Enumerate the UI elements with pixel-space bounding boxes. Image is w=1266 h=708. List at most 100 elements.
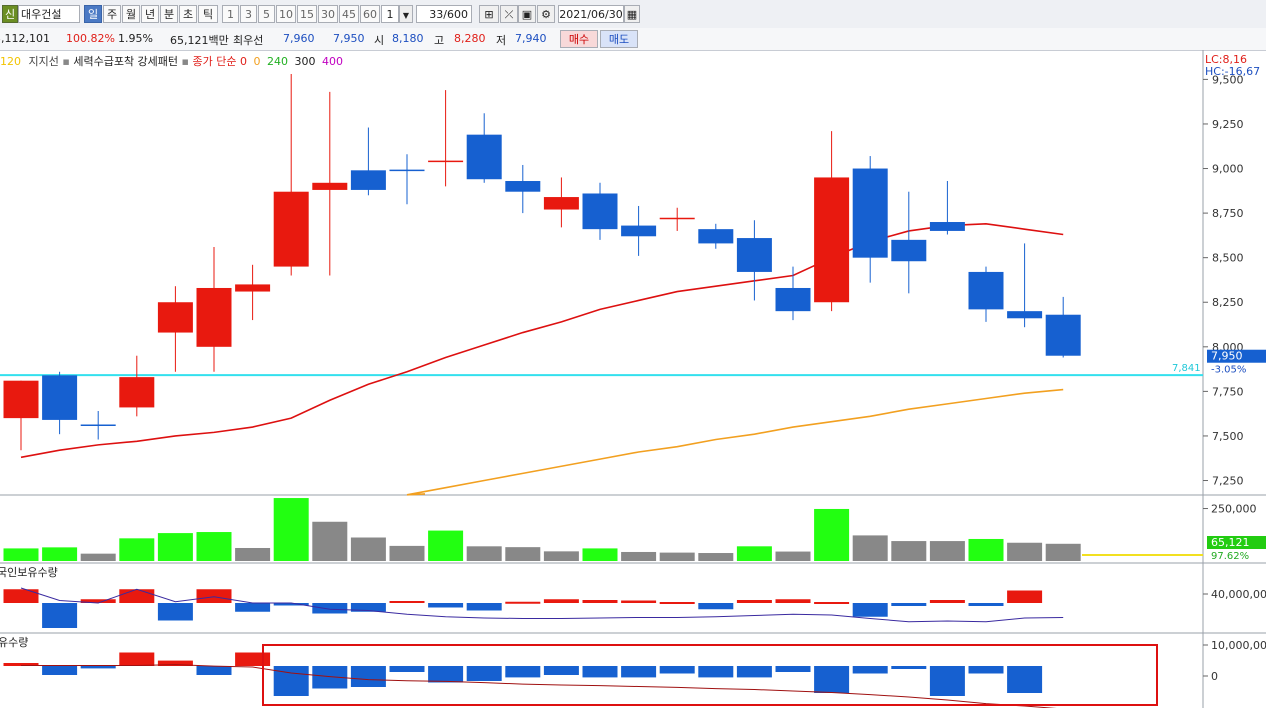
ma-orange-line (406, 388, 1064, 496)
candle-body (852, 168, 888, 258)
volume-bar (3, 548, 39, 561)
sell-button[interactable]: 매도 (600, 30, 638, 48)
volume-bar (235, 547, 271, 561)
candle (80, 410, 116, 440)
inst-bar (312, 666, 348, 689)
volume-bar (621, 551, 657, 561)
price-badge (1207, 349, 1266, 363)
volume-badge-text: 65,121 (1211, 536, 1250, 549)
candle (659, 207, 695, 231)
foreign-bar (1007, 590, 1043, 603)
volume-bar (582, 548, 618, 561)
inst-bar (1007, 666, 1043, 693)
period-tick[interactable]: 틱 (198, 5, 218, 23)
best-bid-value: 7,960 (283, 32, 315, 45)
foreign-bar (235, 603, 271, 612)
interval-15[interactable]: 15 (297, 5, 317, 23)
inst-panel-label: 유수량 (0, 636, 29, 649)
period-year[interactable]: 년 (141, 5, 159, 23)
interval-3[interactable]: 3 (240, 5, 257, 23)
period-second[interactable]: 초 (179, 5, 197, 23)
candle-body (968, 271, 1004, 310)
inst-bar (891, 666, 927, 669)
inst-bar (3, 663, 39, 666)
date-field[interactable]: 2021/06/30 (558, 5, 624, 23)
period-day[interactable]: 일 (84, 5, 102, 23)
high-value: 8,280 (454, 32, 486, 45)
volume-ratio: 100.82% (66, 32, 115, 45)
inst-bar (621, 666, 657, 678)
inst-bar (505, 666, 541, 678)
candle-type-icon[interactable]: ⊞ (479, 5, 499, 23)
interval-dropdown[interactable]: ▼ (399, 5, 413, 23)
save-icon[interactable]: ▣ (518, 5, 536, 23)
count-field[interactable]: 33/600 (416, 5, 472, 23)
toolbar: 신 대우건설 일 주 월 년 분 초 틱 1 3 5 10 15 30 45 6… (0, 0, 1266, 29)
candle (505, 164, 541, 214)
buy-button[interactable]: 매수 (560, 30, 598, 48)
volume-bar (350, 537, 386, 561)
candle (1007, 243, 1043, 328)
inst-bar (389, 666, 425, 672)
volume-bar (157, 533, 193, 561)
volume-bar (814, 508, 850, 561)
candle-body (505, 181, 541, 192)
candle-body (312, 182, 348, 190)
volume-bar (659, 552, 695, 561)
candle (582, 182, 618, 240)
foreign-bar (466, 603, 502, 611)
draw-tool-icon[interactable]: ⤫ (500, 5, 518, 23)
foreign-line (20, 587, 1064, 623)
stock-chart: 9,5009,2509,0008,7508,5008,2508,0007,750… (0, 50, 1266, 708)
interval-30[interactable]: 30 (318, 5, 338, 23)
volume-bar (929, 541, 965, 561)
inst-bar (814, 666, 850, 693)
candle (775, 266, 811, 321)
legend-vol-ma-1: 0 (253, 55, 261, 68)
stock-name-field[interactable]: 대우건설 (18, 5, 80, 23)
candle (3, 380, 39, 451)
period-week[interactable]: 주 (103, 5, 121, 23)
volume-bar (466, 546, 502, 561)
interval-45[interactable]: 45 (339, 5, 359, 23)
interval-10[interactable]: 10 (276, 5, 296, 23)
period-minute[interactable]: 분 (160, 5, 178, 23)
candle (389, 154, 425, 205)
interval-select[interactable]: 1 (381, 5, 399, 23)
volume-bar (736, 546, 772, 561)
volume-bar (273, 498, 309, 561)
foreign-panel-label: 국인보유수량 (0, 566, 58, 579)
inst-bar (466, 666, 502, 681)
period-month[interactable]: 월 (122, 5, 140, 23)
volume-bar (852, 535, 888, 561)
calendar-icon[interactable]: ▦ (624, 5, 640, 23)
legend-vol-ma-4: 400 (322, 55, 343, 68)
inst-bar (428, 666, 464, 683)
inst-tick-label: 0 (1211, 670, 1218, 683)
price-badge-text: 7,950 (1211, 350, 1243, 363)
interval-5[interactable]: 5 (258, 5, 275, 23)
price-tick-label: 7,500 (1212, 430, 1244, 443)
foreign-bar (428, 603, 464, 608)
candle-body (466, 134, 502, 180)
volume-bar (891, 541, 927, 561)
candle (273, 74, 309, 276)
foreign-bar (543, 599, 579, 603)
interval-1[interactable]: 1 (222, 5, 239, 23)
foreign-bar (929, 600, 965, 603)
highlight-box (262, 644, 1158, 706)
foreign-bar (505, 601, 541, 604)
inst-tick-label: 10,000,000 (1211, 639, 1266, 652)
price-tick-label: 7,250 (1212, 475, 1244, 488)
legend-vol-ma-label: 종가 단순 (192, 55, 237, 68)
interval-60[interactable]: 60 (360, 5, 380, 23)
candle (428, 90, 464, 187)
market-badge[interactable]: 신 (2, 5, 18, 23)
support-label: 7,841 (1172, 363, 1201, 374)
legend-vol-ma-3: 300 (294, 55, 316, 68)
candle-body (42, 375, 78, 420)
foreign-bar (389, 601, 425, 603)
foreign-bar (621, 600, 657, 603)
price-tick-label: 9,250 (1212, 118, 1244, 131)
gear-icon[interactable]: ⚙ (537, 5, 555, 23)
